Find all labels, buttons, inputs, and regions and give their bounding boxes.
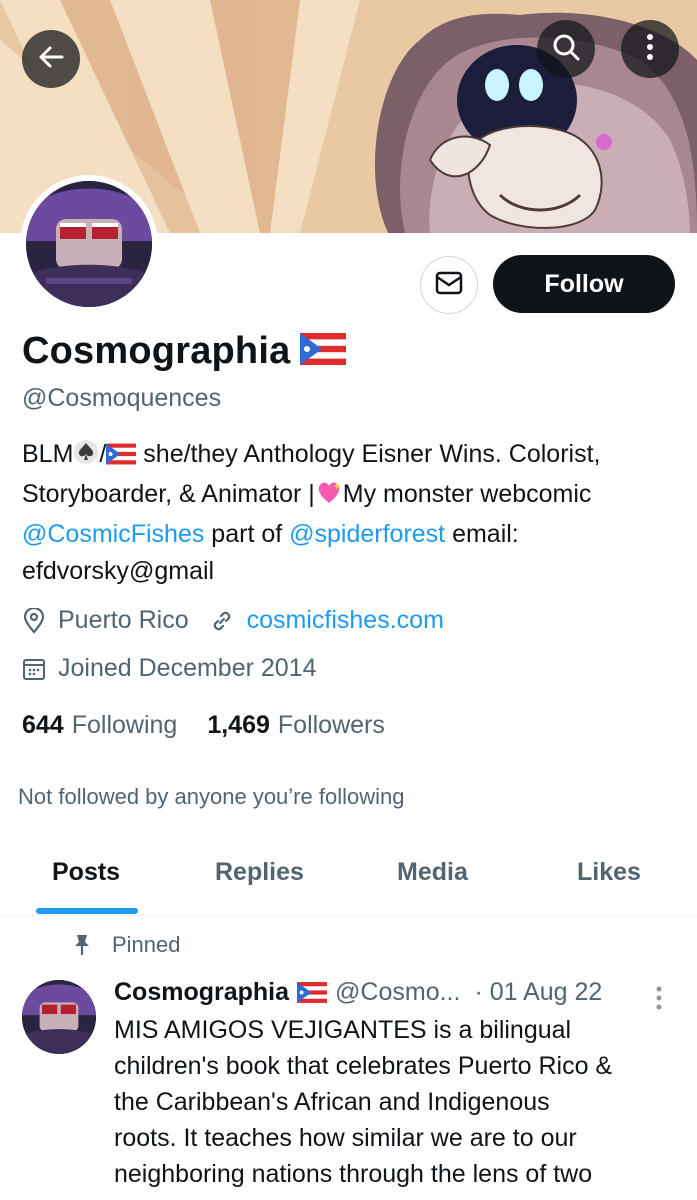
post-author-avatar[interactable]	[22, 980, 96, 1054]
back-button[interactable]	[22, 30, 80, 88]
post-text-line: roots. It teaches how similar we are to …	[114, 1124, 577, 1152]
mention-link[interactable]: @CosmicFishes	[22, 520, 204, 548]
link-icon	[209, 608, 235, 634]
followers-count: 1,469	[207, 711, 270, 739]
follow-button[interactable]: Follow	[493, 255, 675, 313]
search-button[interactable]	[537, 20, 595, 78]
more-options-button[interactable]	[621, 20, 679, 78]
profile-name-row: Cosmographia	[22, 330, 347, 373]
post-text: MIS AMIGOS VEJIGANTES is a bilingual chi…	[114, 1012, 684, 1192]
profile-handle: @Cosmoquences	[22, 384, 222, 412]
post-text-line: neighboring nations through the lens of …	[114, 1160, 593, 1188]
spade-icon	[73, 439, 99, 476]
bio-line-2: Storyboarder, & Animator | My monster we…	[22, 476, 682, 516]
profile-bio: BLM / she/they Anthology Eisner Wins. Co…	[22, 436, 682, 590]
puerto-rico-flag-icon	[300, 333, 347, 370]
search-icon	[551, 32, 581, 67]
post-header: Cosmographia @Cosmo... · 01 Aug 22	[114, 978, 602, 1007]
tab-likes[interactable]: Likes	[577, 858, 641, 887]
profile-stats: 644 Following 1,469 Followers	[22, 711, 415, 740]
pin-icon	[72, 933, 92, 957]
profile-meta-joined: Joined December 2014	[22, 654, 317, 683]
pinned-label: Pinned	[72, 932, 181, 958]
profile-website-link[interactable]: cosmicfishes.com	[247, 606, 444, 635]
tab-replies[interactable]: Replies	[215, 858, 304, 887]
profile-meta-location: Puerto Rico cosmicfishes.com	[22, 606, 444, 635]
active-tab-indicator	[36, 908, 138, 914]
post-author-handle[interactable]: @Cosmo...	[335, 978, 460, 1007]
bio-line-1: BLM / she/they Anthology Eisner Wins. Co…	[22, 436, 682, 476]
profile-name: Cosmographia	[22, 330, 291, 372]
not-followed-notice: Not followed by anyone you’re following	[18, 784, 405, 809]
followers-stat[interactable]: 1,469 Followers	[207, 711, 385, 740]
envelope-icon	[435, 271, 463, 300]
post-author-name[interactable]: Cosmographia	[114, 978, 289, 1007]
post-text-line: the Caribbean's African and Indigenous	[114, 1088, 550, 1116]
followers-label: Followers	[277, 711, 385, 739]
bio-line-3: @CosmicFishes part of @spiderforest emai…	[22, 520, 519, 548]
profile-location: Puerto Rico	[58, 606, 189, 634]
post-date[interactable]: · 01 Aug 22	[474, 978, 602, 1007]
profile-joined-date: Joined December 2014	[58, 654, 317, 682]
calendar-icon	[22, 657, 46, 681]
message-button[interactable]	[420, 256, 478, 314]
profile-tabs: Posts Replies Media Likes	[0, 840, 697, 916]
profile-avatar[interactable]	[20, 175, 158, 313]
more-vertical-icon	[645, 32, 655, 67]
tab-posts[interactable]: Posts	[52, 858, 120, 887]
post-text-line: children's book that celebrates Puerto R…	[114, 1052, 613, 1080]
mention-link[interactable]: @spiderforest	[289, 520, 445, 548]
post-text-line: MIS AMIGOS VEJIGANTES is a bilingual	[114, 1016, 572, 1044]
following-count: 644	[22, 711, 64, 739]
sparkling-heart-icon	[315, 479, 343, 516]
tab-media[interactable]: Media	[397, 858, 468, 887]
following-label: Following	[71, 711, 178, 739]
puerto-rico-flag-icon	[106, 439, 137, 476]
puerto-rico-flag-icon	[297, 982, 328, 1003]
location-pin-icon	[22, 607, 46, 634]
arrow-left-icon	[36, 42, 66, 77]
bio-line-4: efdvorsky@gmail	[22, 557, 215, 585]
following-stat[interactable]: 644 Following	[22, 711, 177, 740]
